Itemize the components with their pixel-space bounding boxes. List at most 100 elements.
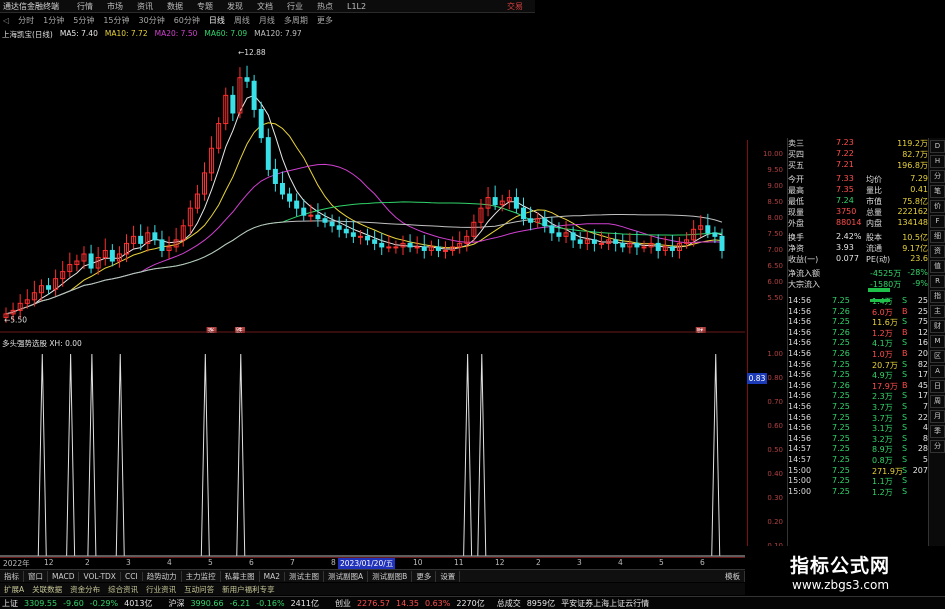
indicator-tab[interactable]: CCI bbox=[121, 571, 143, 581]
period-tab[interactable]: 5分钟 bbox=[73, 15, 94, 26]
indicator-tab[interactable]: 主力监控 bbox=[182, 570, 221, 582]
side-tab[interactable]: H bbox=[930, 155, 945, 168]
tick-time: 14:56 bbox=[788, 433, 812, 443]
side-tab[interactable]: 月 bbox=[930, 410, 945, 423]
indicator-tab[interactable]: 测试主图 bbox=[285, 570, 325, 582]
kline-chart[interactable]: ←12.88←5.50涨跌财 bbox=[0, 41, 745, 333]
indicator-chart[interactable] bbox=[0, 336, 745, 566]
indicator-tab[interactable]: MACD bbox=[48, 571, 80, 581]
side-tab[interactable]: 季 bbox=[930, 425, 945, 438]
side-tab[interactable]: R bbox=[930, 275, 945, 288]
indicator-tab[interactable]: 测试副图A bbox=[324, 570, 369, 582]
indicator-tab[interactable]: MA2 bbox=[260, 571, 286, 581]
side-tab[interactable]: 价 bbox=[930, 200, 945, 213]
indicator-tab[interactable]: 测试副图B bbox=[368, 570, 413, 582]
side-tab[interactable]: 值 bbox=[930, 260, 945, 273]
candle-body bbox=[407, 242, 413, 248]
side-tab[interactable]: 日 bbox=[930, 380, 945, 393]
side-tab[interactable]: D bbox=[930, 140, 945, 153]
book-label: 卖三 bbox=[788, 139, 804, 148]
menu-item[interactable]: L1L2 bbox=[347, 2, 366, 11]
index-name[interactable]: 上证 bbox=[2, 598, 18, 609]
index-name[interactable]: 创业 bbox=[335, 598, 351, 609]
side-tab[interactable]: 区 bbox=[930, 350, 945, 363]
side-tab[interactable]: 细 bbox=[930, 230, 945, 243]
indicator-tab[interactable]: 更多 bbox=[412, 570, 437, 582]
candle-body bbox=[386, 246, 392, 249]
tick-row: 14:567.251.4万S25 bbox=[788, 296, 928, 307]
side-tab[interactable]: 分 bbox=[930, 170, 945, 183]
indicator-tab[interactable]: VOL-TDX bbox=[79, 571, 121, 581]
tick-volume: 3.7万 bbox=[872, 403, 893, 412]
indicator-tab[interactable]: 设置 bbox=[436, 570, 461, 582]
period-tab[interactable]: 月线 bbox=[259, 15, 275, 26]
period-tab[interactable]: 分时 bbox=[18, 15, 34, 26]
indicator-tab[interactable]: 窗口 bbox=[24, 570, 48, 582]
field-value: 222162 bbox=[897, 207, 928, 216]
side-tab[interactable]: 周 bbox=[930, 395, 945, 408]
extension-tab[interactable]: 行业资讯 bbox=[142, 584, 180, 595]
field-value: 0.41 bbox=[910, 185, 928, 194]
tick-time: 14:56 bbox=[788, 306, 812, 316]
menu-item[interactable]: 行情 bbox=[77, 1, 93, 12]
extension-tab[interactable]: 综合资讯 bbox=[104, 584, 142, 595]
indicator-tabs: 指标 窗口 MACD VOL-TDX CCI 趋势动力 主力监控 私募主图 MA2 测试主图 测试副… bbox=[0, 569, 745, 582]
period-tab[interactable]: 日线 bbox=[209, 15, 225, 26]
indicator-tab[interactable]: 私募主图 bbox=[221, 570, 260, 582]
side-tab[interactable]: 主 bbox=[930, 305, 945, 318]
period-tab[interactable]: 周线 bbox=[234, 15, 250, 26]
book-volume: 196.8万 bbox=[897, 161, 928, 170]
period-tab[interactable]: 30分钟 bbox=[139, 15, 165, 26]
template-tab[interactable]: 模板 bbox=[721, 570, 745, 582]
price-tick: 10.00 bbox=[762, 150, 783, 158]
menu-item[interactable]: 数据 bbox=[167, 1, 183, 12]
menu-item[interactable]: 专题 bbox=[197, 1, 213, 12]
field-value: 75.8亿 bbox=[902, 197, 928, 206]
side-tab[interactable]: 分 bbox=[930, 440, 945, 453]
tick-time: 14:56 bbox=[788, 370, 812, 380]
menu-item[interactable]: 热点 bbox=[317, 1, 333, 12]
period-tab[interactable]: 15分钟 bbox=[103, 15, 129, 26]
period-tab[interactable]: 60分钟 bbox=[174, 15, 200, 26]
side-tab[interactable]: A bbox=[930, 365, 945, 378]
period-tab[interactable]: 1分钟 bbox=[43, 15, 64, 26]
side-tab[interactable]: 财 bbox=[930, 320, 945, 333]
menu-item[interactable]: 资讯 bbox=[137, 1, 153, 12]
menu-item[interactable]: 市场 bbox=[107, 1, 123, 12]
side-tab[interactable]: 资 bbox=[930, 245, 945, 258]
side-tab[interactable]: 笔 bbox=[930, 185, 945, 198]
price-tick: 0.70 bbox=[767, 398, 783, 406]
field-label: 均价 bbox=[866, 175, 882, 184]
indicator-tab[interactable]: 趋势动力 bbox=[143, 570, 182, 582]
side-tab[interactable]: M bbox=[930, 335, 945, 348]
extension-tab[interactable]: 资金分布 bbox=[66, 584, 104, 595]
extension-tab[interactable]: 互动问答 bbox=[180, 584, 218, 595]
back-icon[interactable]: ◁ bbox=[3, 16, 9, 25]
menu-item[interactable]: 行业 bbox=[287, 1, 303, 12]
menu-item[interactable]: 文档 bbox=[257, 1, 273, 12]
extension-tab[interactable]: 扩展A bbox=[0, 584, 28, 595]
min-price-label: ←5.50 bbox=[4, 316, 27, 325]
quote-row: 现量 3750 总量 222162 bbox=[788, 207, 928, 218]
extension-tab[interactable]: 新用户福利专享 bbox=[218, 584, 279, 595]
price-tick: 0.30 bbox=[767, 494, 783, 502]
side-tab[interactable]: 指 bbox=[930, 290, 945, 303]
trade-button[interactable]: 交易 bbox=[507, 0, 535, 13]
period-tab[interactable]: 更多 bbox=[317, 15, 333, 26]
net-inflow-bar bbox=[868, 288, 890, 292]
book-label: 买四 bbox=[788, 150, 804, 159]
indicator-tab[interactable]: 指标 bbox=[0, 570, 24, 582]
candle-body bbox=[542, 218, 548, 227]
date-tick: 10 bbox=[413, 558, 423, 567]
tick-count: 17 bbox=[917, 370, 928, 380]
side-tab[interactable]: F bbox=[930, 215, 945, 228]
extension-tab[interactable]: 关联数据 bbox=[28, 584, 66, 595]
index-pct: 0.63% bbox=[424, 598, 451, 608]
index-name[interactable]: 沪深 bbox=[168, 598, 184, 609]
tick-side: B bbox=[902, 380, 908, 390]
tick-side: S bbox=[902, 391, 908, 401]
candle-body bbox=[492, 197, 498, 206]
ma-line-ma10 bbox=[5, 122, 723, 315]
menu-item[interactable]: 发现 bbox=[227, 1, 243, 12]
period-tab[interactable]: 多周期 bbox=[284, 15, 308, 26]
